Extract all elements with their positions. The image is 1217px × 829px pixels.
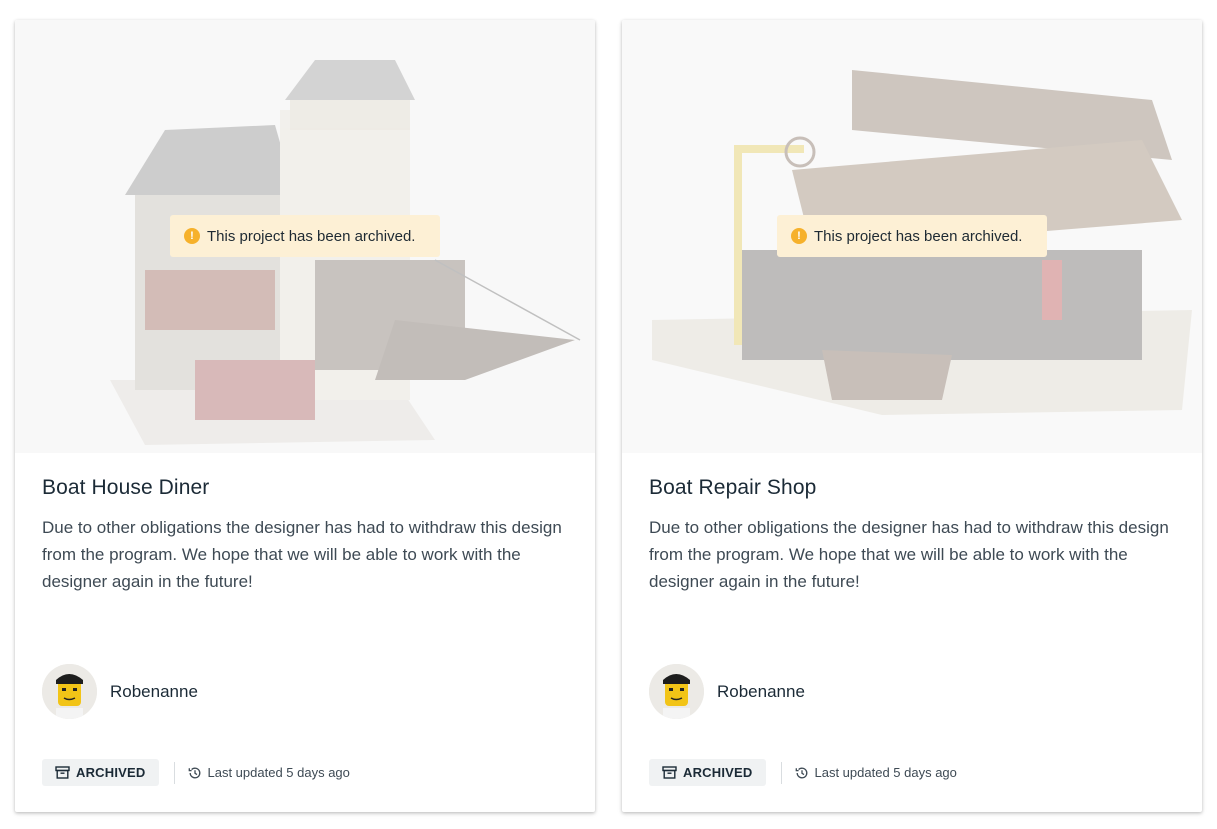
history-clock-icon	[188, 767, 200, 778]
warning-icon: !	[184, 228, 200, 244]
card-footer: ARCHIVED Last updated 5 days ago	[42, 759, 350, 786]
author[interactable]: Robenanne	[649, 664, 805, 719]
last-updated-text: Last updated 5 days ago	[814, 765, 957, 780]
avatar[interactable]	[649, 664, 704, 719]
divider	[173, 761, 175, 784]
project-image[interactable]: ! This project has been archived.	[15, 20, 595, 453]
history-clock-icon	[795, 767, 807, 778]
last-updated: Last updated 5 days ago	[188, 765, 350, 780]
status-badge-label: ARCHIVED	[76, 765, 146, 780]
archived-notice: ! This project has been archived.	[170, 215, 440, 257]
last-updated: Last updated 5 days ago	[795, 765, 957, 780]
card-footer: ARCHIVED Last updated 5 days ago	[649, 759, 957, 786]
warning-icon: !	[791, 228, 807, 244]
avatar[interactable]	[42, 664, 97, 719]
archived-notice-text: This project has been archived.	[814, 227, 1023, 245]
project-title[interactable]: Boat Repair Shop	[649, 476, 816, 500]
last-updated-text: Last updated 5 days ago	[207, 765, 350, 780]
project-description: Due to other obligations the designer ha…	[649, 518, 1169, 591]
project-image[interactable]: ! This project has been archived.	[622, 20, 1202, 453]
archive-box-icon	[55, 766, 70, 779]
status-badge: ARCHIVED	[42, 759, 159, 786]
author-name[interactable]: Robenanne	[110, 682, 198, 702]
author[interactable]: Robenanne	[42, 664, 198, 719]
status-badge: ARCHIVED	[649, 759, 766, 786]
archive-box-icon	[662, 766, 677, 779]
project-card[interactable]: ! This project has been archived. Boat R…	[622, 20, 1202, 812]
archived-notice-text: This project has been archived.	[207, 227, 416, 245]
project-card[interactable]: ! This project has been archived. Boat H…	[15, 20, 595, 812]
divider	[780, 761, 782, 784]
project-title[interactable]: Boat House Diner	[42, 476, 209, 500]
archived-notice: ! This project has been archived.	[777, 215, 1047, 257]
project-description: Due to other obligations the designer ha…	[42, 518, 562, 591]
status-badge-label: ARCHIVED	[683, 765, 753, 780]
author-name[interactable]: Robenanne	[717, 682, 805, 702]
